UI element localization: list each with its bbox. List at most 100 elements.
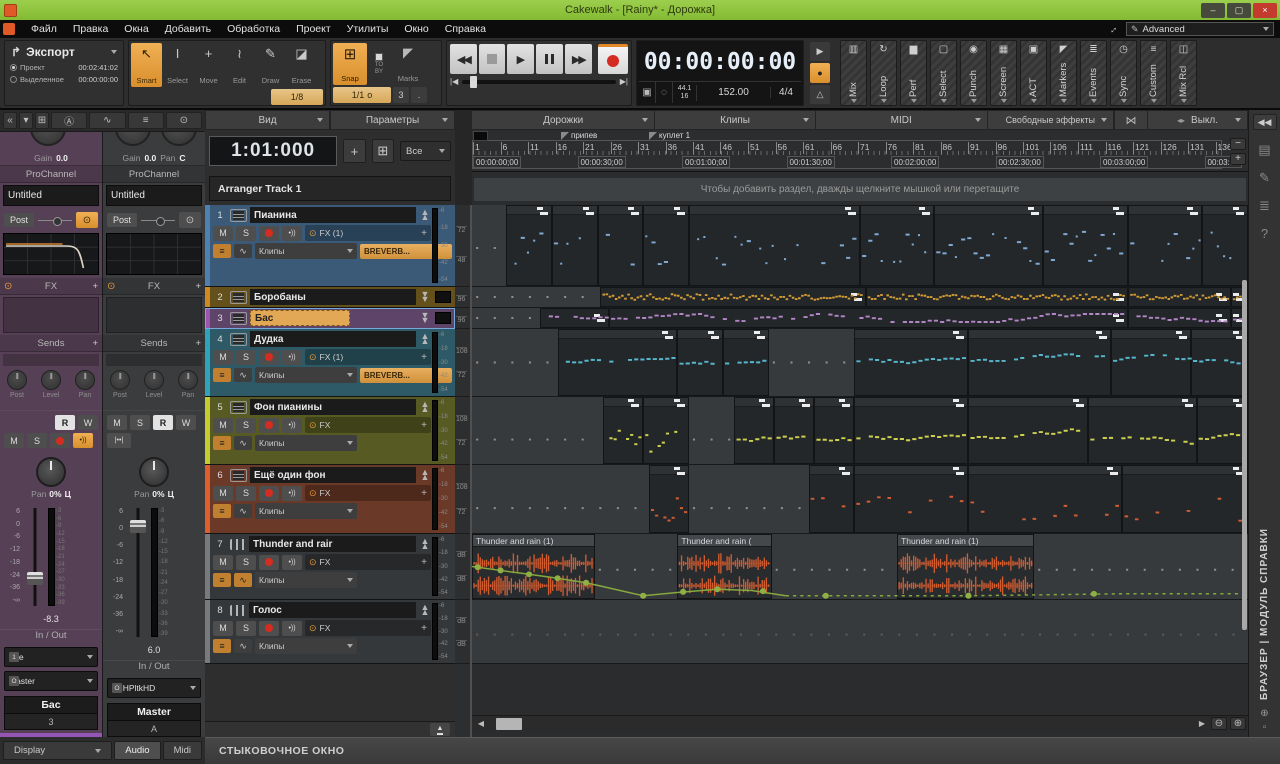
help-icon[interactable]: ? xyxy=(1261,226,1268,241)
collapse-chevron-icon[interactable]: ▲▲ xyxy=(419,470,431,480)
menu-item-Утилиты[interactable]: Утилиты xyxy=(339,23,397,35)
menu-icon[interactable]: ≡ xyxy=(128,112,164,129)
fx-power-icon[interactable]: ⊙ xyxy=(309,228,317,239)
add-fx-icon[interactable]: + xyxy=(421,557,427,568)
solo-button[interactable]: S xyxy=(236,418,256,433)
collapse-chevron-icon[interactable]: ▲▲ xyxy=(419,605,431,615)
pan-knob[interactable] xyxy=(36,457,66,487)
add-send-icon[interactable]: + xyxy=(195,338,201,349)
fx-bin[interactable] xyxy=(106,297,202,333)
add-fx-icon[interactable]: + xyxy=(421,352,427,363)
module-tab-markers[interactable]: ◤Markers xyxy=(1050,40,1077,106)
sidebar-zoom-icon[interactable]: ⊕ xyxy=(1260,708,1268,719)
midi-track-icon[interactable] xyxy=(230,291,247,304)
input-echo-button[interactable]: •)) xyxy=(282,350,302,365)
module-tab-events[interactable]: ≣Events xyxy=(1080,40,1107,106)
record-button[interactable] xyxy=(598,44,628,74)
fader-thumb[interactable] xyxy=(27,572,43,585)
clips-menu[interactable]: Клипы xyxy=(655,110,816,130)
record-mini-button[interactable]: ● xyxy=(810,63,830,82)
io-combo-0[interactable]: OГИНРltkHD xyxy=(107,678,201,698)
audio-track-icon[interactable] xyxy=(230,605,246,616)
input-echo-button[interactable]: •)) xyxy=(282,555,302,570)
take-lanes-button[interactable]: ≡ xyxy=(213,639,231,653)
button-m[interactable]: M xyxy=(107,415,127,430)
play-mini-button[interactable]: ▶ xyxy=(810,42,830,61)
export-button[interactable]: ↱ Экспорт xyxy=(7,43,121,61)
horizontal-scrollbar[interactable]: ◀ ▶ ⊖ ⊕ xyxy=(472,715,1248,731)
marker-припев[interactable]: припев xyxy=(561,131,597,140)
solo-button[interactable]: S xyxy=(236,621,256,636)
fx-bin[interactable]: ⊙FX+ xyxy=(305,417,431,433)
add-send-icon[interactable]: + xyxy=(92,338,98,349)
time-ruler[interactable]: 1611162126313641465156616671768186919610… xyxy=(472,130,1248,172)
record-arm-button[interactable] xyxy=(259,486,279,501)
menu-item-Справка[interactable]: Справка xyxy=(437,23,494,35)
clips-dropdown[interactable]: Клипы xyxy=(255,572,357,588)
fx-bin[interactable]: ⊙FX (1)+ xyxy=(305,225,431,241)
track-header-8[interactable]: 8Голос▲▲MS•))⊙FX+≡∿Клипы-6-18-30-42-54 xyxy=(205,600,455,664)
record-arm-button[interactable] xyxy=(50,433,70,448)
fx-bin[interactable]: ⊙FX+ xyxy=(305,485,431,501)
inout-header[interactable]: In / Out xyxy=(0,629,102,645)
fx-power-icon[interactable]: ⊙ xyxy=(107,281,115,292)
now-time-display[interactable]: 1:01:000 xyxy=(209,136,337,166)
hzoom-in-button[interactable]: ⊕ xyxy=(1230,717,1246,730)
clip-row-6[interactable] xyxy=(472,465,1248,534)
clips-dropdown[interactable]: Клипы xyxy=(255,243,357,259)
collapse-chevron-icon[interactable]: ▼▼ xyxy=(419,313,431,323)
go-to-start-button[interactable]: |◀ xyxy=(450,77,458,86)
volume-fader[interactable] xyxy=(125,506,151,643)
tab-midi[interactable]: Midi xyxy=(163,741,202,760)
copy-icon[interactable]: ⊞ xyxy=(35,112,49,129)
button-s[interactable]: S xyxy=(27,433,47,448)
zoom-in-button[interactable]: + xyxy=(1230,153,1246,165)
mute-button[interactable]: M xyxy=(213,418,233,433)
input-echo-button[interactable]: •)) xyxy=(282,418,302,433)
send-knob-pan[interactable] xyxy=(75,370,95,390)
mute-button[interactable]: M xyxy=(213,621,233,636)
track-name[interactable]: Ещё один фон xyxy=(250,467,416,483)
export-selection-radio[interactable]: Выделенное 00:00:00:00 xyxy=(7,73,121,85)
midi-track-icon[interactable] xyxy=(230,401,247,414)
automation-button[interactable]: ∿ xyxy=(234,368,252,382)
clip-row-3[interactable] xyxy=(472,308,1248,329)
pause-button[interactable] xyxy=(536,44,563,74)
track-name[interactable]: Голос xyxy=(249,602,416,618)
tab-display[interactable]: Display xyxy=(3,741,112,760)
track-name[interactable]: Thunder and rair xyxy=(249,536,416,552)
midi-track-icon[interactable] xyxy=(230,312,247,325)
module-tab-mix-rcl[interactable]: ◫Mix Rcl xyxy=(1170,40,1197,106)
arranger-tab-icon[interactable]: Ⓐ xyxy=(51,112,87,129)
fx-bin[interactable]: ⊙FX+ xyxy=(305,620,431,636)
track-filter-combo[interactable]: Все xyxy=(400,141,451,161)
send-knob-post[interactable] xyxy=(7,370,27,390)
prochannel-header[interactable]: ProChannel xyxy=(103,166,205,183)
take-lanes-button[interactable]: ≡ xyxy=(213,368,231,382)
take-lanes-button[interactable]: ≡ xyxy=(213,244,231,258)
dropdown-icon[interactable]: ▾ xyxy=(19,112,33,129)
waveform-tab-icon[interactable]: ∿ xyxy=(89,112,125,129)
fader-thumb[interactable] xyxy=(130,520,146,533)
take-lanes-button[interactable]: ≡ xyxy=(213,504,231,518)
zoom-out-button[interactable]: − xyxy=(1230,138,1246,150)
clip-row-2[interactable] xyxy=(472,287,1248,308)
gain-knob[interactable] xyxy=(161,132,197,146)
metronome-button[interactable]: △ xyxy=(810,85,830,104)
arranger-track-label[interactable]: Arranger Track 1 xyxy=(209,176,451,201)
sidebar-box-icon[interactable]: ▫ xyxy=(1263,722,1267,733)
export-project-radio[interactable]: Проект 00:02:41:02 xyxy=(7,61,121,73)
send-knob-pan[interactable] xyxy=(178,370,198,390)
tab-audio[interactable]: Audio xyxy=(114,741,160,760)
power-button[interactable]: ⊙ xyxy=(76,212,98,228)
io-combo-0[interactable]: 1Все xyxy=(4,647,98,667)
snap-count[interactable]: 3 xyxy=(393,87,409,103)
workspace-combo[interactable]: ✎ Advanced xyxy=(1126,22,1274,36)
track-header-6[interactable]: 6Ещё один фон▲▲MS•))⊙FX+≡∿Клипы-6-18-30-… xyxy=(205,465,455,534)
track-name[interactable]: Пианина xyxy=(250,207,416,223)
clip-row-5[interactable] xyxy=(472,397,1248,465)
menu-item-Обработка[interactable]: Обработка xyxy=(219,23,288,35)
track-header-5[interactable]: 5Фон пианины▲▲MS•))⊙FX+≡∿Клипы-6-18-30-4… xyxy=(205,397,455,465)
post-button[interactable]: Post xyxy=(4,213,34,227)
track-name-input[interactable] xyxy=(250,310,350,326)
